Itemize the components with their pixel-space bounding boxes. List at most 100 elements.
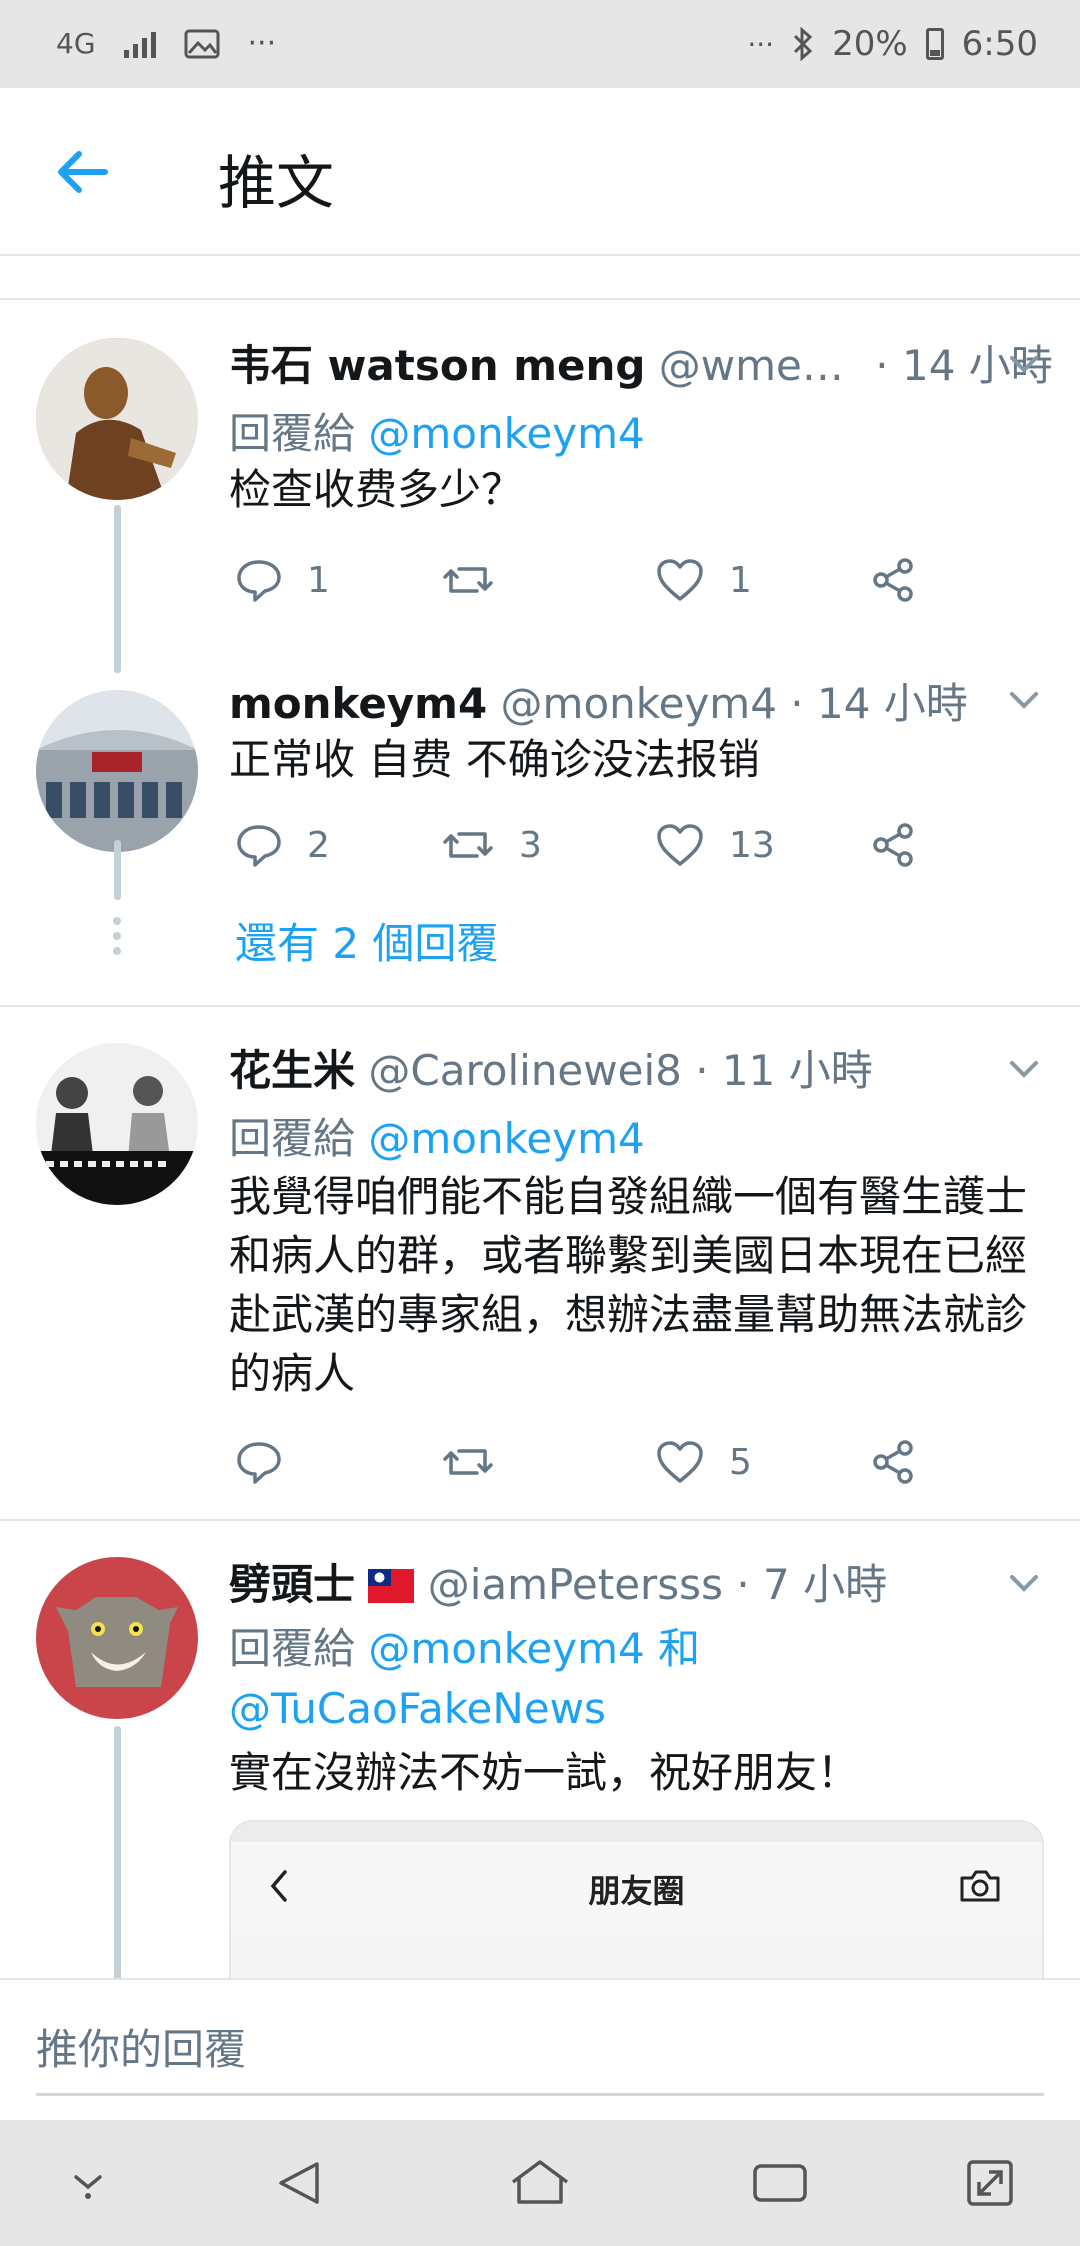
reply-icon xyxy=(237,560,281,602)
tweet-actions: 1 1 xyxy=(229,550,929,610)
share-button[interactable] xyxy=(869,815,917,875)
tweet-text: 正常收 自费 不确诊没法报销 xyxy=(229,735,760,784)
chevron-down-icon[interactable] xyxy=(1004,344,1044,384)
like-button[interactable]: 5 xyxy=(655,1432,752,1492)
network-indicator: 4G xyxy=(56,27,96,60)
tweet[interactable]: 花生米 @Carolinewei8 · 11 小時 回覆給 @monkeym4 … xyxy=(0,1007,1080,1519)
tweet-text: 實在沒辦法不妨一試，祝好朋友！ xyxy=(229,1748,860,1797)
thread-line xyxy=(114,1726,121,1988)
chevron-down-icon[interactable] xyxy=(1004,1049,1044,1089)
mention-link[interactable]: @monkeym4 xyxy=(368,409,644,458)
reply-prefix: 回覆給 xyxy=(229,1624,356,1673)
thread-dots xyxy=(113,917,121,955)
heart-icon xyxy=(657,824,703,866)
tweet-header: 劈頭士 @iamPetersss · 7 小時 xyxy=(229,1551,1080,1611)
handle[interactable]: @monkeym4 xyxy=(501,679,777,728)
expand-icon xyxy=(967,2160,1013,2206)
chevron-down-icon[interactable] xyxy=(1004,680,1044,720)
show-more-replies-link[interactable]: 還有 2 個回覆 xyxy=(235,910,498,971)
like-button[interactable]: 1 xyxy=(655,550,752,610)
mention-link[interactable]: @TuCaoFakeNews xyxy=(229,1684,606,1733)
bluetooth-icon xyxy=(794,27,813,61)
reply-input[interactable] xyxy=(36,2006,1044,2096)
reply-button[interactable] xyxy=(235,1432,307,1492)
retweet-button[interactable] xyxy=(441,550,519,610)
back-button[interactable] xyxy=(48,138,116,206)
handle[interactable]: @iamPetersss xyxy=(428,1560,723,1609)
avatar[interactable] xyxy=(36,1557,198,1719)
reply-count: 2 xyxy=(307,824,330,866)
reply-context: 回覆給 @monkeym4 和 @TuCaoFakeNews xyxy=(229,1619,1049,1739)
timestamp: · 11 小時 xyxy=(695,1046,873,1095)
clock: 6:50 xyxy=(961,24,1038,64)
display-name[interactable]: monkeym4 xyxy=(229,679,487,728)
like-count: 1 xyxy=(729,559,752,601)
reply-icon xyxy=(237,1442,281,1484)
nav-expand-button[interactable] xyxy=(950,2148,1030,2218)
tweet[interactable]: 韦石 watson meng @wme… · 14 小時 回覆給 @monkey… xyxy=(0,300,1080,680)
share-button[interactable] xyxy=(869,550,917,610)
nav-hide-keyboard-button[interactable] xyxy=(48,2148,128,2218)
tweet[interactable]: monkeym4 @monkeym4 · 14 小時 正常收 自费 不确诊没法报… xyxy=(0,670,1080,1000)
chevron-down-icon[interactable] xyxy=(1004,1563,1044,1603)
top-app-bar: 推文 xyxy=(0,88,1080,256)
tweet-header: 花生米 @Carolinewei8 · 11 小時 xyxy=(229,1037,1080,1097)
mention-link[interactable]: @monkeym4 xyxy=(368,1624,644,1673)
avatar[interactable] xyxy=(36,1043,198,1205)
battery-icon xyxy=(925,28,944,60)
thread-line xyxy=(114,505,121,673)
timestamp: · 7 小時 xyxy=(736,1560,888,1609)
share-icon xyxy=(873,558,913,602)
reply-button[interactable]: 1 xyxy=(235,550,330,610)
display-name[interactable]: 韦石 watson meng xyxy=(229,341,645,390)
like-count: 5 xyxy=(729,1441,752,1483)
nav-home-button[interactable] xyxy=(500,2148,580,2218)
back-arrow-icon xyxy=(58,151,108,193)
tweet-text: 检查收费多少？ xyxy=(229,465,524,514)
building-image xyxy=(36,690,198,852)
reply-composer xyxy=(0,1978,1080,2120)
reply-button[interactable]: 2 xyxy=(235,815,330,875)
share-icon xyxy=(873,1440,913,1484)
retweet-icon xyxy=(443,832,493,858)
battery-percent: 20% xyxy=(832,24,908,64)
chevron-down-dot-icon xyxy=(74,2175,102,2199)
photo-image xyxy=(36,1043,198,1205)
cartoon-cat-image xyxy=(36,1557,198,1719)
reply-context: 回覆給 @monkeym4 xyxy=(229,1105,645,1166)
reply-and: 和 xyxy=(658,1624,701,1673)
image-icon xyxy=(184,29,220,58)
back-triangle-icon xyxy=(279,2162,319,2204)
reply-prefix: 回覆給 xyxy=(229,409,356,458)
share-icon xyxy=(873,823,913,867)
more-notifications-icon: ··· xyxy=(247,26,277,61)
like-count: 13 xyxy=(729,824,775,866)
mention-link[interactable]: @monkeym4 xyxy=(368,1114,644,1163)
avatar[interactable] xyxy=(36,338,198,500)
reply-context: 回覆給 @monkeym4 xyxy=(229,400,645,461)
tweet-header: monkeym4 @monkeym4 · 14 小時 xyxy=(229,670,1080,730)
share-button[interactable] xyxy=(869,1432,917,1492)
nav-recents-button[interactable] xyxy=(740,2148,820,2218)
handle[interactable]: @wme… xyxy=(659,341,844,390)
section-divider xyxy=(0,256,1080,300)
tweet-header: 韦石 watson meng @wme… · 14 小時 xyxy=(229,332,1080,392)
reply-prefix: 回覆給 xyxy=(229,1114,356,1163)
handle[interactable]: @Carolinewei8 xyxy=(368,1046,681,1095)
tweet-actions: 5 xyxy=(229,1432,929,1492)
taiwan-flag-icon xyxy=(368,1569,415,1603)
tweet-text: 我覺得咱們能不能自發組織一個有醫生護士和病人的群，或者聯繫到美國日本現在已經赴武… xyxy=(229,1172,1028,1398)
camera-icon xyxy=(960,1870,1000,1902)
display-name[interactable]: 花生米 xyxy=(229,1046,355,1095)
like-button[interactable]: 13 xyxy=(655,815,775,875)
avatar[interactable] xyxy=(36,690,198,852)
heart-icon xyxy=(657,1441,703,1483)
retweet-icon xyxy=(443,567,493,593)
retweet-button[interactable]: 3 xyxy=(441,815,542,875)
reply-icon xyxy=(237,825,281,867)
more-status-icon: ··· xyxy=(747,27,775,61)
retweet-button[interactable] xyxy=(441,1432,519,1492)
retweet-icon xyxy=(443,1449,493,1475)
display-name[interactable]: 劈頭士 xyxy=(229,1560,355,1609)
nav-back-button[interactable] xyxy=(260,2148,340,2218)
